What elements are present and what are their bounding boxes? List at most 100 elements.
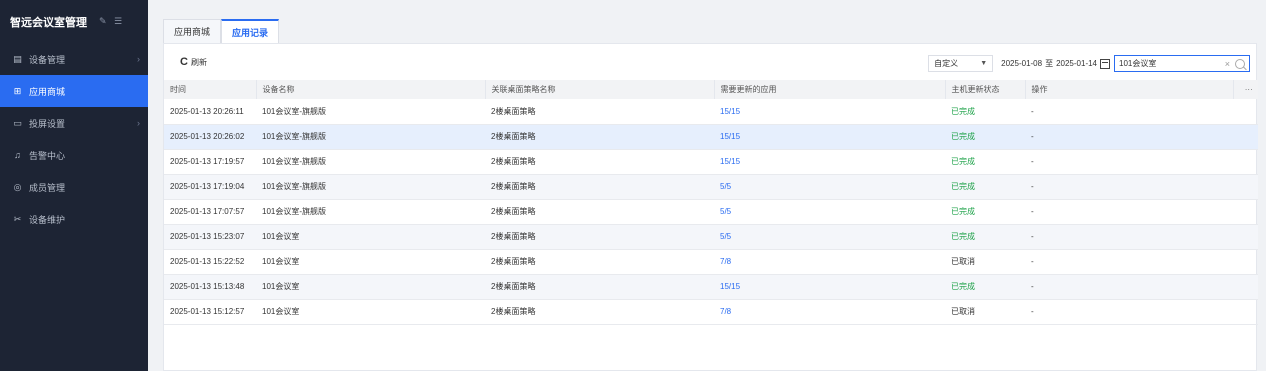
table-row[interactable]: 2025-01-13 20:26:11 101会议室-旗舰版 2楼桌面策略 15/15… — [164, 99, 1258, 124]
edit-icon[interactable]: ✎ — [99, 17, 108, 26]
sidebar-item-3[interactable]: ♫ 告警中心 — [0, 139, 148, 171]
cell-policy-name: 2楼桌面策略 — [491, 106, 536, 116]
cell-action: - — [1031, 257, 1034, 266]
search-icon[interactable] — [1235, 58, 1245, 69]
cell-time: 2025-01-13 17:07:57 — [170, 207, 245, 216]
cell-device-name: 101会议室 — [262, 282, 300, 291]
table-row[interactable]: 2025-01-13 15:22:52 101会议室 2楼桌面策略 7/8 已取消 - — [164, 249, 1258, 274]
sidebar-item-label: 设备维护 — [29, 214, 66, 225]
cell-apps-link[interactable]: 15/15 — [714, 149, 945, 174]
search-input[interactable]: 101会议室 × — [1114, 55, 1250, 72]
column-settings-icon[interactable]: ··· — [1233, 80, 1258, 99]
table-row[interactable]: 2025-01-13 17:07:57 101会议室-旗舰版 2楼桌面策略 5/5 已完… — [164, 199, 1258, 224]
caret-down-icon: ▼ — [980, 60, 988, 67]
range-select[interactable]: 自定义 ▼ — [928, 55, 994, 72]
date-range-picker[interactable]: 2025-01-08 至 2025-01-14 — [993, 55, 1114, 72]
cell-apps-link[interactable]: 7/8 — [714, 249, 945, 274]
tab-app-store[interactable]: 应用商城 — [163, 19, 222, 43]
table-row[interactable]: 2025-01-13 20:26:02 101会议室-旗舰版 2楼桌面策略 15/15… — [164, 124, 1258, 149]
cell-spacer — [1233, 224, 1258, 249]
cell-policy-name: 2楼桌面策略 — [491, 182, 536, 191]
cell-action: - — [1031, 157, 1034, 166]
cell-device-name: 101会议室-旗舰版 — [262, 182, 327, 191]
cell-action: - — [1031, 307, 1034, 316]
collapse-menu-icon[interactable]: ☰ — [114, 17, 123, 26]
cell-apps-link[interactable]: 7/8 — [714, 299, 945, 324]
table-row[interactable]: 2025-01-13 15:13:48 101会议室 2楼桌面策略 15/15 已完成 - — [164, 274, 1258, 299]
cell-device-name: 101会议室-旗舰版 — [262, 207, 327, 216]
cell-action: - — [1031, 232, 1034, 241]
sidebar: 智远会议室管理 ✎ ☰ ▤ 设备管理 › ⊞ 应用商城 ▭ 投屏设置 › ♫ 告警中心 ◎ 成员管理 ✂… — [0, 0, 148, 371]
cell-status: 已完成 — [951, 132, 975, 141]
cell-action: - — [1031, 132, 1034, 141]
cell-apps-link[interactable]: 15/15 — [714, 124, 945, 149]
cell-apps-link[interactable]: 15/15 — [714, 99, 945, 124]
user-icon: ◎ — [13, 181, 22, 192]
calendar-icon[interactable] — [1100, 58, 1110, 69]
cell-time: 2025-01-13 15:22:52 — [170, 257, 245, 266]
tab-app-records[interactable]: 应用记录 — [221, 19, 280, 43]
cell-policy-name: 2楼桌面策略 — [491, 207, 536, 216]
sidebar-item-2[interactable]: ▭ 投屏设置 › — [0, 107, 148, 139]
cell-time: 2025-01-13 15:13:48 — [170, 282, 245, 291]
records-panel: C 刷新 自定义 ▼ 2025-01-08 至 2025-01-14 101会议… — [163, 43, 1258, 371]
sidebar-item-5[interactable]: ✂ 设备维护 — [0, 203, 148, 235]
cell-action: - — [1031, 106, 1034, 116]
cell-time: 2025-01-13 17:19:04 — [170, 182, 245, 191]
cell-time: 2025-01-13 17:19:57 — [170, 157, 245, 166]
toolbar: C 刷新 自定义 ▼ 2025-01-08 至 2025-01-14 101会议… — [164, 44, 1256, 80]
sidebar-item-4[interactable]: ◎ 成员管理 — [0, 171, 148, 203]
col-time: 时间 — [164, 80, 257, 99]
cell-device-name: 101会议室 — [262, 307, 300, 316]
grid-icon: ⊞ — [13, 85, 22, 96]
col-apps-to-update: 需要更新的应用 — [714, 80, 946, 99]
cell-policy-name: 2楼桌面策略 — [491, 307, 536, 316]
cell-apps-link[interactable]: 5/5 — [714, 199, 945, 224]
cell-apps-link[interactable]: 5/5 — [714, 174, 945, 199]
range-select-value: 自定义 — [934, 59, 959, 68]
sidebar-item-1[interactable]: ⊞ 应用商城 — [0, 75, 148, 107]
cell-spacer — [1233, 274, 1258, 299]
col-update-status: 主机更新状态 — [945, 80, 1026, 99]
cell-time: 2025-01-13 15:12:57 — [170, 307, 245, 316]
table-header: 时间 设备名称 关联桌面策略名称 需要更新的应用 主机更新状态 操作 ··· — [164, 80, 1258, 99]
cell-action: - — [1031, 207, 1034, 216]
chevron-right-icon: › — [137, 118, 140, 128]
clear-icon[interactable]: × — [1225, 59, 1230, 69]
cell-spacer — [1233, 174, 1258, 199]
cell-apps-link[interactable]: 15/15 — [714, 274, 945, 299]
table-row[interactable]: 2025-01-13 17:19:57 101会议室-旗舰版 2楼桌面策略 15/15… — [164, 149, 1258, 174]
cell-device-name: 101会议室 — [262, 257, 300, 266]
cell-action: - — [1031, 282, 1034, 291]
cell-spacer — [1233, 299, 1258, 324]
wrench-icon: ✂ — [13, 213, 22, 224]
cell-policy-name: 2楼桌面策略 — [491, 232, 536, 241]
col-policy-name: 关联桌面策略名称 — [485, 80, 715, 99]
cell-device-name: 101会议室-旗舰版 — [262, 132, 327, 141]
col-device-name: 设备名称 — [256, 80, 486, 99]
cell-action: - — [1031, 182, 1034, 191]
cell-device-name: 101会议室-旗舰版 — [262, 157, 327, 166]
table-row[interactable]: 2025-01-13 15:12:57 101会议室 2楼桌面策略 7/8 已取消 - — [164, 299, 1258, 324]
table-row[interactable]: 2025-01-13 17:19:04 101会议室-旗舰版 2楼桌面策略 5/5 已完… — [164, 174, 1258, 199]
cell-time: 2025-01-13 15:23:07 — [170, 232, 245, 241]
cell-apps-link[interactable]: 5/5 — [714, 224, 945, 249]
bell-icon: ♫ — [14, 150, 21, 160]
date-separator: 至 — [1045, 59, 1054, 68]
cell-device-name: 101会议室-旗舰版 — [262, 106, 327, 116]
cell-policy-name: 2楼桌面策略 — [491, 132, 536, 141]
cell-status: 已完成 — [951, 282, 975, 291]
main-content: 应用商城 应用记录 C 刷新 自定义 ▼ 2025-01-08 至 2025-0… — [148, 0, 1266, 371]
refresh-label: 刷新 — [190, 57, 207, 67]
cell-status: 已取消 — [951, 257, 975, 266]
refresh-icon: C — [180, 56, 188, 68]
cell-spacer — [1233, 199, 1258, 224]
cell-policy-name: 2楼桌面策略 — [491, 257, 536, 266]
date-end: 2025-01-14 — [1056, 59, 1097, 68]
refresh-button[interactable]: C 刷新 — [170, 56, 207, 68]
date-start: 2025-01-08 — [1001, 59, 1043, 68]
table-row[interactable]: 2025-01-13 15:23:07 101会议室 2楼桌面策略 5/5 已完成 - — [164, 224, 1258, 249]
cell-status: 已完成 — [951, 207, 975, 216]
sidebar-item-0[interactable]: ▤ 设备管理 › — [0, 43, 148, 75]
cell-policy-name: 2楼桌面策略 — [491, 157, 536, 166]
